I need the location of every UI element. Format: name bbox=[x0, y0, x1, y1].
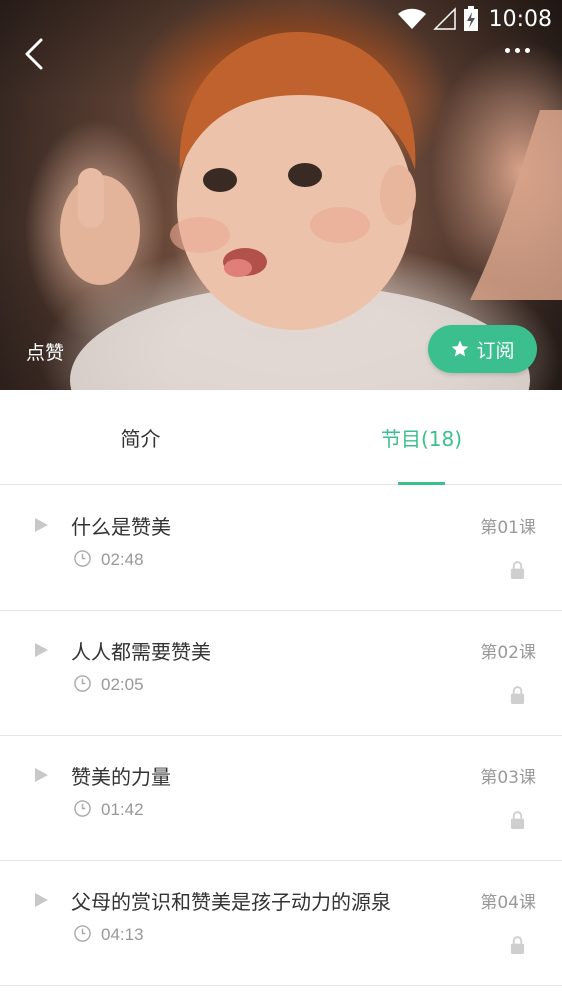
lock-icon bbox=[510, 686, 525, 704]
wifi-icon bbox=[397, 8, 426, 29]
like-label[interactable]: 点赞 bbox=[26, 338, 64, 365]
play-icon bbox=[35, 768, 48, 782]
clock-icon bbox=[74, 550, 91, 567]
play-icon bbox=[35, 893, 48, 907]
more-button[interactable] bbox=[502, 40, 532, 60]
chevron-left-icon bbox=[25, 38, 43, 70]
status-bar: 10:08 bbox=[0, 0, 562, 40]
lesson-title: 赞美的力量 bbox=[71, 765, 171, 789]
signal-icon bbox=[432, 7, 456, 30]
clock-icon bbox=[74, 925, 91, 942]
star-icon bbox=[452, 340, 469, 357]
lesson-list: 什么是赞美 02:48 第01课 人人都需要赞美 02:05 第02课 赞美的力… bbox=[0, 486, 562, 986]
lesson-title: 人人都需要赞美 bbox=[71, 640, 211, 664]
subscribe-label: 订阅 bbox=[476, 339, 515, 362]
lock-icon bbox=[510, 561, 525, 579]
active-tab-indicator bbox=[398, 482, 445, 485]
play-icon bbox=[35, 518, 48, 532]
clock-icon bbox=[74, 800, 91, 817]
lesson-number: 第04课 bbox=[480, 893, 536, 913]
list-item[interactable]: 赞美的力量 01:42 第03课 bbox=[0, 736, 562, 861]
lesson-number: 第01课 bbox=[480, 518, 536, 538]
lesson-title: 什么是赞美 bbox=[71, 515, 171, 539]
lesson-number: 第03课 bbox=[480, 768, 536, 788]
list-item[interactable]: 人人都需要赞美 02:05 第02课 bbox=[0, 611, 562, 736]
tab-intro-label: 简介 bbox=[120, 427, 161, 451]
clock-icon bbox=[74, 675, 91, 692]
cover-image: 10:08 点赞 订阅 bbox=[0, 0, 562, 390]
tab-programs[interactable]: 节目(18) bbox=[281, 390, 562, 485]
lock-icon bbox=[510, 811, 525, 829]
play-icon bbox=[35, 643, 48, 657]
tab-bar: 简介 节目(18) bbox=[0, 390, 562, 485]
battery-charging-icon bbox=[463, 6, 478, 31]
subscribe-button[interactable]: 订阅 bbox=[428, 325, 537, 373]
tab-intro[interactable]: 简介 bbox=[0, 390, 281, 485]
lesson-duration: 02:05 bbox=[101, 675, 144, 694]
list-item[interactable]: 父母的赏识和赞美是孩子动力的源泉 04:13 第04课 bbox=[0, 861, 562, 986]
lesson-duration: 01:42 bbox=[101, 800, 144, 819]
lesson-number: 第02课 bbox=[480, 643, 536, 663]
more-horizontal-icon bbox=[504, 47, 510, 53]
lock-icon bbox=[510, 936, 525, 954]
lesson-duration: 02:48 bbox=[101, 550, 144, 569]
lesson-duration: 04:13 bbox=[101, 925, 144, 944]
lesson-title: 父母的赏识和赞美是孩子动力的源泉 bbox=[71, 890, 391, 914]
status-time: 10:08 bbox=[488, 6, 552, 32]
tab-programs-label: 节目(18) bbox=[380, 427, 463, 451]
back-button[interactable] bbox=[14, 34, 54, 74]
list-item[interactable]: 什么是赞美 02:48 第01课 bbox=[0, 486, 562, 611]
